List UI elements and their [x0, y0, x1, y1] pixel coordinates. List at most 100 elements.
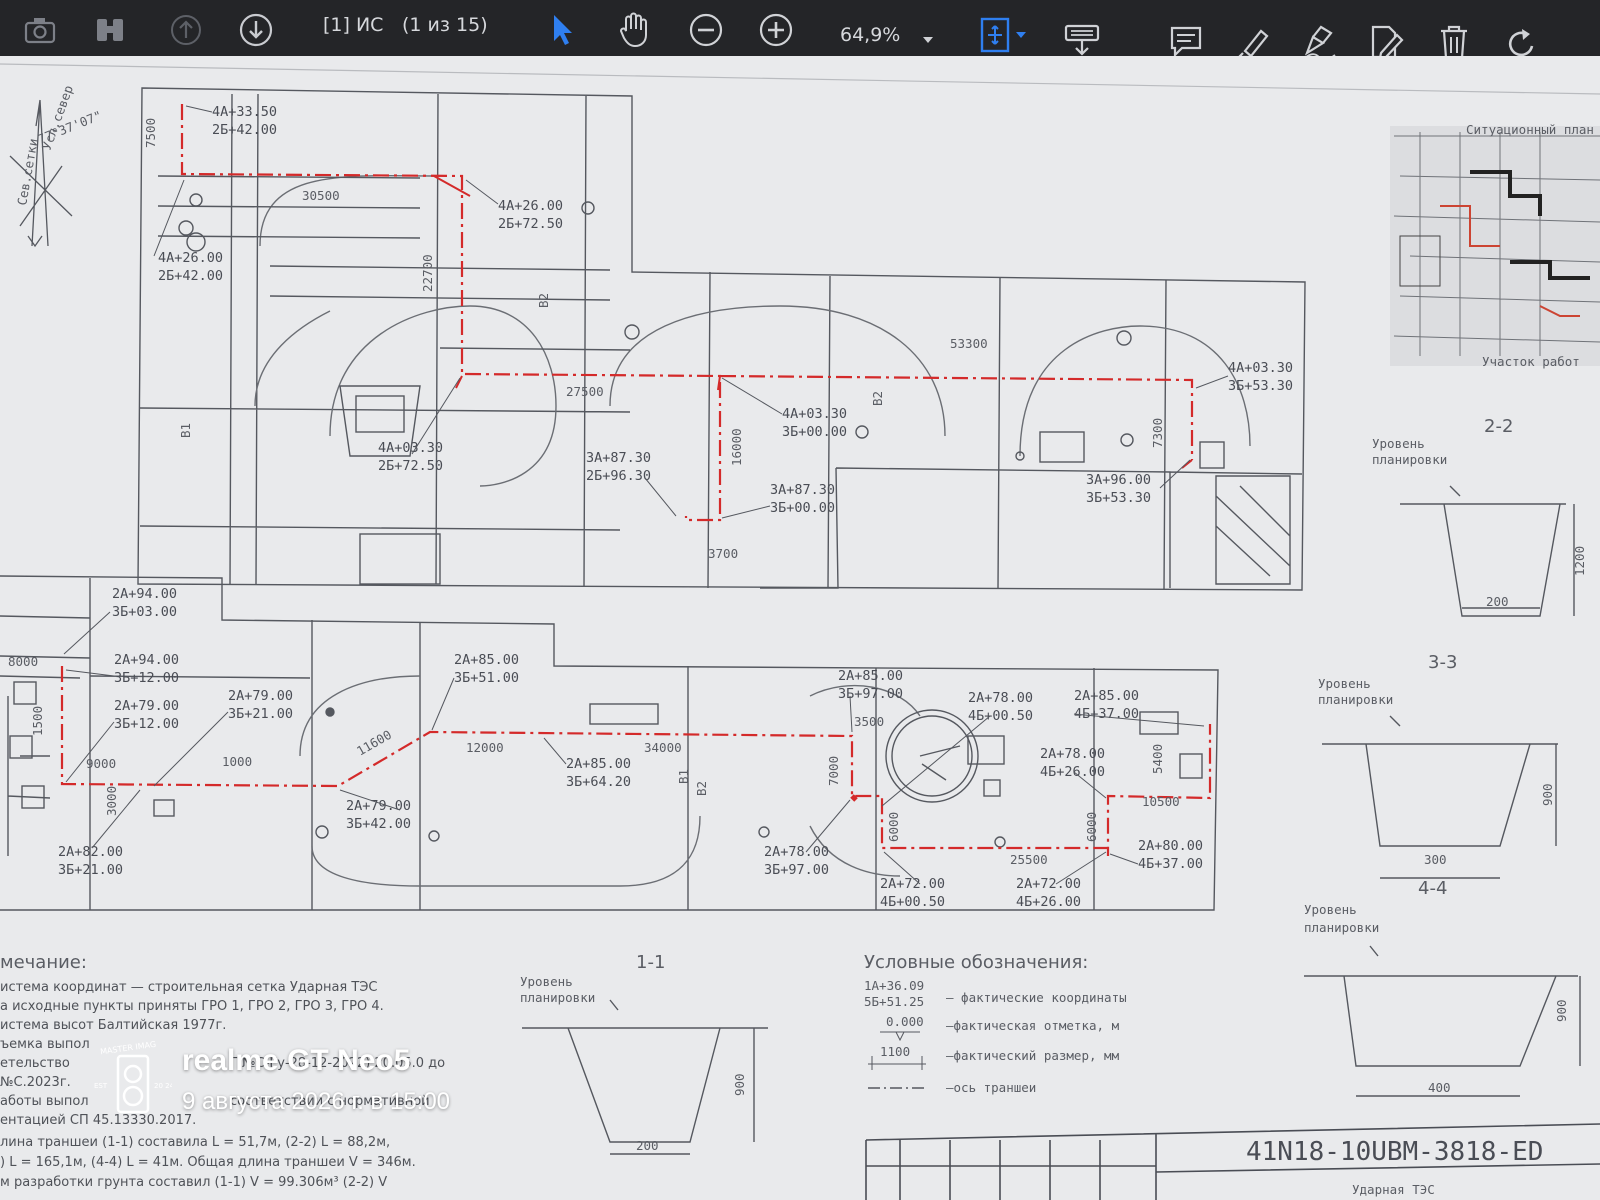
- svg-text:Уровень: Уровень: [1318, 676, 1371, 691]
- svg-text:В2: В2: [536, 293, 551, 308]
- page-up-icon[interactable]: [166, 8, 206, 52]
- svg-text:900: 900: [732, 1073, 747, 1096]
- svg-text:3Б+21.00: 3Б+21.00: [228, 706, 293, 722]
- svg-text:5400: 5400: [1150, 744, 1165, 774]
- svg-text:10500: 10500: [1142, 794, 1180, 809]
- svg-text:Участок работ: Участок работ: [1482, 354, 1580, 369]
- svg-text:900: 900: [1554, 999, 1569, 1022]
- svg-text:м разработки грунта составил (: м разработки грунта составил (1-1) V = 9…: [0, 1175, 387, 1190]
- svg-text:3Б+97.00: 3Б+97.00: [764, 862, 829, 878]
- svg-text:1500: 1500: [30, 706, 45, 736]
- svg-text:3Б+03.00: 3Б+03.00: [112, 604, 177, 620]
- svg-text:4А+26.00: 4А+26.00: [498, 198, 563, 214]
- svg-text:1000: 1000: [222, 754, 252, 769]
- svg-text:3Б+53.30: 3Б+53.30: [1086, 490, 1151, 506]
- svg-text:истема высот Балтийская 1977г.: истема высот Балтийская 1977г.: [0, 1018, 226, 1033]
- svg-text:Уровень: Уровень: [1304, 902, 1357, 917]
- svg-text:200: 200: [636, 1138, 659, 1153]
- svg-text:22700: 22700: [420, 254, 435, 292]
- svg-text:4А+03.30: 4А+03.30: [1228, 360, 1293, 376]
- zoom-in-icon[interactable]: [756, 8, 796, 52]
- zoom-out-icon[interactable]: [686, 8, 726, 52]
- svg-text:3А+87.30: 3А+87.30: [770, 482, 835, 498]
- page-down-icon[interactable]: [236, 8, 276, 52]
- svg-text:— фактические координаты: — фактические координаты: [946, 990, 1127, 1005]
- select-cursor-icon[interactable]: [546, 8, 580, 52]
- svg-text:мечание:: мечание:: [0, 952, 87, 973]
- zoom-value[interactable]: 64,9%: [840, 24, 900, 46]
- svg-text:4А+26.00: 4А+26.00: [158, 250, 223, 266]
- watermark-date: 9 августа 2026 г. в 15:00: [182, 1088, 451, 1115]
- svg-text:2Б+96.30: 2Б+96.30: [586, 468, 651, 484]
- document-viewport[interactable]: Усл.север Сев.сетки 77°37'07" 4А+33.50 2…: [0, 56, 1600, 1200]
- svg-text:3500: 3500: [854, 714, 884, 729]
- svg-text:16000: 16000: [729, 428, 744, 466]
- svg-text:900: 900: [1540, 783, 1555, 806]
- svg-text:2А+94.00: 2А+94.00: [114, 652, 179, 668]
- logo-year: 20 24: [154, 1082, 172, 1090]
- svg-text:3Б+12.00: 3Б+12.00: [114, 670, 179, 686]
- svg-text:8000: 8000: [8, 654, 38, 669]
- svg-text:7300: 7300: [1150, 418, 1165, 448]
- svg-text:1100: 1100: [880, 1044, 910, 1059]
- svg-text:2Б+72.50: 2Б+72.50: [498, 216, 563, 232]
- svg-text:2А+78.00: 2А+78.00: [968, 690, 1033, 706]
- svg-text:Уровень: Уровень: [520, 974, 573, 989]
- svg-text:2А+78.00: 2А+78.00: [1040, 746, 1105, 762]
- svg-text:2А+79.00: 2А+79.00: [346, 798, 411, 814]
- svg-text:лина траншеи (1-1) составила L: лина траншеи (1-1) составила L = 51,7м, …: [0, 1135, 390, 1150]
- svg-text:истема координат — строительна: истема координат — строительная сетка Уд…: [0, 980, 377, 995]
- svg-text:4А+03.30: 4А+03.30: [378, 440, 443, 456]
- svg-text:3700: 3700: [708, 546, 738, 561]
- svg-text:2А+85.00: 2А+85.00: [454, 652, 519, 668]
- svg-text:№С.2023г.: №С.2023г.: [0, 1075, 71, 1090]
- svg-text:3А+96.00: 3А+96.00: [1086, 472, 1151, 488]
- svg-text:3Б+00.00: 3Б+00.00: [782, 424, 847, 440]
- svg-text:3Б+64.20: 3Б+64.20: [566, 774, 631, 790]
- svg-text:30500: 30500: [302, 188, 340, 203]
- drawing-object: Ударная ТЭС: [1352, 1182, 1435, 1197]
- svg-text:4-4: 4-4: [1418, 878, 1447, 899]
- svg-text:3-3: 3-3: [1428, 652, 1457, 673]
- svg-text:200: 200: [1486, 594, 1509, 609]
- binoculars-icon[interactable]: [90, 8, 130, 52]
- svg-text:3Б+51.00: 3Б+51.00: [454, 670, 519, 686]
- svg-text:7000: 7000: [826, 756, 841, 786]
- svg-text:3Б+53.30: 3Б+53.30: [1228, 378, 1293, 394]
- svg-text:В2: В2: [870, 391, 885, 406]
- svg-text:6000: 6000: [886, 812, 901, 842]
- page-count: (1 из 15): [402, 14, 488, 36]
- svg-text:2А+79.00: 2А+79.00: [114, 698, 179, 714]
- svg-text:4Б+00.50: 4Б+00.50: [968, 708, 1033, 724]
- svg-text:4Б+37.00: 4Б+37.00: [1138, 856, 1203, 872]
- snapshot-icon[interactable]: [20, 8, 60, 52]
- drawing-code: 41N18-10UBM-3818-ED: [1246, 1137, 1543, 1167]
- svg-text:планировки: планировки: [1318, 692, 1393, 707]
- svg-text:2Б+42.00: 2Б+42.00: [212, 122, 277, 138]
- svg-text:В1: В1: [676, 769, 691, 784]
- svg-text:а исходные пункты приняты ГРО: а исходные пункты приняты ГРО 1, ГРО 2, …: [0, 999, 384, 1014]
- svg-text:5Б+51.25: 5Б+51.25: [864, 994, 924, 1009]
- svg-text:1-1: 1-1: [636, 952, 665, 973]
- svg-text:В2: В2: [694, 781, 709, 796]
- svg-text:4А+33.50: 4А+33.50: [212, 104, 277, 120]
- svg-text:2А+82.00: 2А+82.00: [58, 844, 123, 860]
- hand-pan-icon[interactable]: [614, 8, 654, 52]
- svg-text:6000: 6000: [1084, 812, 1099, 842]
- svg-text:4Б+00.50: 4Б+00.50: [880, 894, 945, 910]
- svg-text:Ситуационный план: Ситуационный план: [1466, 122, 1594, 137]
- svg-text:53300: 53300: [950, 336, 988, 351]
- svg-text:планировки: планировки: [520, 990, 595, 1005]
- svg-text:3Б+97.00: 3Б+97.00: [838, 686, 903, 702]
- svg-text:Уровень: Уровень: [1372, 436, 1425, 451]
- drawing-sheet: Усл.север Сев.сетки 77°37'07" 4А+33.50 2…: [0, 56, 1600, 1200]
- watermark-phone-model: realme GT Neo5: [182, 1044, 411, 1077]
- svg-text:3Б+00.00: 3Б+00.00: [770, 500, 835, 516]
- fit-page-icon[interactable]: [976, 14, 1032, 58]
- svg-text:В1: В1: [178, 423, 193, 438]
- svg-text:2А+94.00: 2А+94.00: [112, 586, 177, 602]
- svg-text:27500: 27500: [566, 384, 604, 399]
- svg-text:2А+72.00: 2А+72.00: [1016, 876, 1081, 892]
- page-label[interactable]: [1] ИС: [323, 14, 383, 36]
- svg-text:3000: 3000: [104, 786, 119, 816]
